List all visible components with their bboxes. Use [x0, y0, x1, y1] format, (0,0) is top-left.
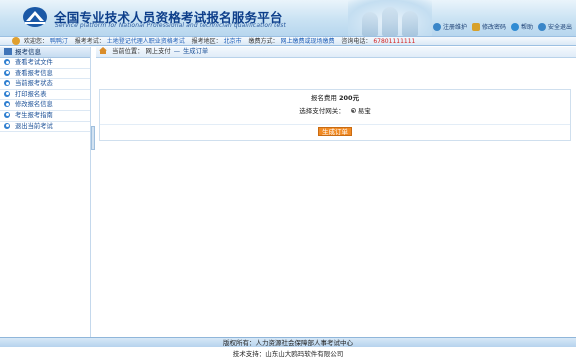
sidebar-item-label: 修改报名信息 — [15, 101, 53, 109]
sidebar-item-exit-exam[interactable]: 退出当前考试 — [0, 121, 90, 133]
breadcrumb-separator: — — [173, 48, 180, 55]
arrow-bullet-icon — [4, 101, 10, 108]
lock-icon — [471, 22, 480, 31]
pay-method-value: 网上缴费或现场缴费 — [280, 38, 335, 45]
gateway-row: 选择支付网关： 易宝 — [100, 106, 570, 117]
arrow-bullet-icon — [4, 122, 10, 129]
register-maintain-link[interactable]: 注册维护 — [432, 22, 467, 31]
sidebar-item-label: 考生报考指南 — [15, 111, 53, 119]
fee-value: 200元 — [339, 94, 360, 102]
welcome-label: 欢迎您： — [23, 38, 48, 45]
arrow-bullet-icon — [4, 90, 10, 97]
breadcrumb: 当前位置： 网上支付 — 生成订单 — [96, 47, 576, 58]
sidebar-header-label: 报考信息 — [15, 48, 41, 56]
sidebar-collapse-handle[interactable] — [91, 126, 95, 150]
footer-support: 技术支持：山东山大鸥玛软件有限公司 — [232, 350, 344, 358]
sidebar-item-label: 退出当前考试 — [15, 122, 53, 130]
breadcrumb-label: 当前位置： — [112, 48, 144, 55]
site-header: 全国专业技术人员资格考试报名服务平台 Service platform for … — [0, 0, 576, 36]
button-row: 生成订单 — [100, 124, 570, 136]
sidebar-item-label: 当前报考状态 — [15, 80, 53, 88]
breadcrumb-current[interactable]: 网上支付 — [146, 48, 171, 55]
generate-order-button[interactable]: 生成订单 — [318, 127, 352, 136]
gateway-radio[interactable] — [350, 108, 356, 113]
arrow-bullet-icon — [4, 111, 10, 118]
home-icon — [99, 47, 107, 54]
area-value: 北京市 — [223, 38, 242, 45]
breadcrumb-sub: 生成订单 — [182, 48, 209, 55]
help-icon — [510, 22, 519, 31]
exam-label: 报考考试： — [74, 38, 105, 45]
site-subtitle: Service platform for National Profession… — [55, 22, 286, 29]
top-actions: 注册维护 修改密码 帮助 安全退出 — [432, 22, 572, 31]
sidebar-item-label: 查看考试文件 — [15, 59, 53, 66]
arrow-bullet-icon — [4, 69, 10, 76]
gateway-label: 选择支付网关： — [299, 107, 345, 115]
help-label: 帮助 — [520, 24, 533, 31]
fee-row: 报名费用 200元 — [100, 93, 570, 104]
help-link[interactable]: 帮助 — [510, 22, 533, 31]
gateway-option-label: 易宝 — [357, 107, 371, 115]
fee-label: 报名费用 — [310, 94, 337, 102]
pay-method-label: 缴费方式： — [248, 38, 279, 45]
welcome-value: 鸭鸭汀 — [49, 38, 68, 45]
change-password-link[interactable]: 修改密码 — [471, 22, 506, 31]
power-icon — [537, 22, 546, 31]
header-banner-image — [348, 0, 432, 36]
folder-icon — [4, 48, 12, 55]
sidebar-item-label: 打印报名表 — [15, 90, 47, 98]
sidebar: 报考信息 查看考试文件 查看报考信息 当前报考状态 打印报名表 修改报名信息 考… — [0, 47, 91, 337]
user-icon — [12, 37, 20, 45]
sidebar-item-print-form[interactable]: 打印报名表 — [0, 89, 90, 101]
sidebar-item-guide[interactable]: 考生报考指南 — [0, 110, 90, 122]
arrow-bullet-icon — [4, 59, 10, 65]
phone-value: 67801111111 — [373, 38, 416, 45]
user-info-bar: 欢迎您： 鸭鸭汀 报考考试： 土地登记代理人职业资格考试 报考地区： 北京市 缴… — [0, 36, 576, 46]
exam-value: 土地登记代理人职业资格考试 — [106, 38, 185, 45]
sidebar-header: 报考信息 — [0, 47, 90, 58]
logout-label: 安全退出 — [547, 24, 572, 31]
sidebar-item-view-exam-files[interactable]: 查看考试文件 — [0, 58, 90, 69]
phone-label: 咨询电话： — [341, 38, 372, 45]
user-edit-icon — [432, 22, 441, 31]
sidebar-item-label: 查看报考信息 — [15, 69, 53, 77]
footer-copyright: 版权所有：人力资源社会保障部人事考试中心 — [0, 337, 576, 347]
change-password-label: 修改密码 — [481, 24, 506, 31]
arrow-bullet-icon — [4, 80, 10, 87]
logout-link[interactable]: 安全退出 — [537, 22, 572, 31]
payment-panel: 报名费用 200元 选择支付网关： 易宝 生成订单 — [99, 89, 571, 141]
sidebar-item-edit-registration[interactable]: 修改报名信息 — [0, 100, 90, 111]
area-label: 报考地区： — [191, 38, 222, 45]
sidebar-item-view-registration[interactable]: 查看报考信息 — [0, 68, 90, 80]
logo-icon — [23, 7, 47, 27]
register-maintain-label: 注册维护 — [442, 24, 467, 31]
sidebar-item-registration-status[interactable]: 当前报考状态 — [0, 79, 90, 90]
